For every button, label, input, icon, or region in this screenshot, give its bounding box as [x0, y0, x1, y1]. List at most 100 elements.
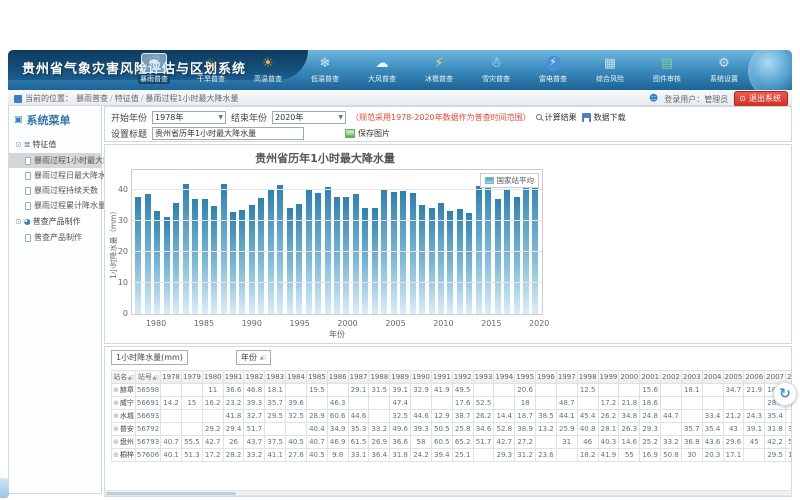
nav-item-cold-survey[interactable]: ❄低温普查	[303, 53, 347, 89]
start-year-select[interactable]: 1978年▼	[152, 111, 226, 124]
column-header-year[interactable]: 1996	[536, 371, 557, 384]
nav-item-snow-survey[interactable]: ☃雪灾普查	[474, 53, 518, 89]
value-cell: 26.9	[369, 436, 390, 449]
station-data-grid[interactable]: 站名 ▲▽站号 ▲▽197819791980198119821983198419…	[111, 370, 792, 462]
nav-item-lightning-survey[interactable]: ⚡雷电普查	[531, 53, 575, 89]
nav-item-system-settings[interactable]: ⚙系统设置	[702, 53, 746, 89]
nav-item-hail-survey[interactable]: ⚡冰雹普查	[417, 53, 461, 89]
year-filter[interactable]: 年份 ▲▽	[236, 350, 271, 365]
column-header-year[interactable]: 1994	[494, 371, 515, 384]
station-id-cell: 57606	[135, 449, 160, 462]
expand-row-icon[interactable]: ⊕	[113, 451, 119, 459]
x-tick-label: 1990	[242, 319, 262, 328]
value-cell: 28.2	[223, 449, 244, 462]
column-header-year[interactable]: 2003	[681, 371, 702, 384]
tree-group-survey-product[interactable]: ⊙◕普查产品制作	[9, 213, 101, 230]
column-header-station-id[interactable]: 站号 ▲▽	[135, 371, 160, 384]
expand-row-icon[interactable]: ⊕	[113, 386, 119, 394]
expand-row-icon[interactable]: ⊕	[113, 425, 119, 433]
calc-result-button[interactable]: 计算结果	[536, 112, 577, 123]
heat-survey-icon: ☀	[262, 57, 274, 70]
gridline	[132, 220, 542, 221]
sidebar-item[interactable]: 暴雨过程累计降水量	[9, 198, 101, 213]
column-header-year[interactable]: 2000	[619, 371, 640, 384]
value-cell: 38.5	[536, 410, 557, 423]
column-header-year[interactable]: 1984	[286, 371, 307, 384]
column-header-year[interactable]: 1992	[452, 371, 473, 384]
column-header-year[interactable]: 1999	[598, 371, 619, 384]
column-header-year[interactable]: 1991	[431, 371, 452, 384]
expand-toggle-icon[interactable]: ⊙	[15, 217, 22, 226]
value-cell	[702, 397, 723, 410]
application-window: 贵州省气象灾害风险评估与区划系统 ☔暴雨普查♨干旱普查☀高温普查❄低温普查☁大风…	[0, 0, 800, 500]
column-header-year[interactable]: 2006	[744, 371, 765, 384]
sidebar-item[interactable]: 暴雨过程日最大降水量	[9, 168, 101, 183]
bar-1993	[277, 185, 283, 314]
value-cell	[181, 384, 202, 397]
bar-1984	[192, 199, 198, 314]
column-header-year[interactable]: 2005	[723, 371, 744, 384]
nav-item-rainstorm-survey[interactable]: ☔暴雨普查	[132, 53, 176, 89]
refresh-float-button[interactable]: ↻	[773, 382, 797, 406]
column-header-year[interactable]: 1990	[411, 371, 432, 384]
breadcrumb-item[interactable]: 暴雨过程1小时最大降水量	[145, 94, 238, 103]
sidebar-item[interactable]: 暴雨过程持续天数	[9, 183, 101, 198]
bar-2006	[400, 191, 406, 314]
bar-1997	[315, 193, 321, 314]
column-header-year[interactable]: 1995	[515, 371, 536, 384]
nav-item-map-review[interactable]: ▤图件审核	[645, 53, 689, 89]
column-header-station-name[interactable]: 站名 ▲▽	[112, 371, 136, 384]
nav-item-drought-survey[interactable]: ♨干旱普查	[189, 53, 233, 89]
column-header-year[interactable]: 1979	[181, 371, 202, 384]
column-header-year[interactable]: 1983	[265, 371, 286, 384]
header-label: 站号	[138, 373, 152, 381]
value-cell: 43.6	[702, 436, 723, 449]
column-header-year[interactable]: 1981	[223, 371, 244, 384]
column-header-year[interactable]: 2001	[640, 371, 661, 384]
column-header-year[interactable]: 2004	[702, 371, 723, 384]
breadcrumb-item[interactable]: 特征值	[115, 94, 139, 103]
column-header-year[interactable]: 1982	[244, 371, 265, 384]
sidebar-item[interactable]: 普查产品制作	[9, 230, 101, 245]
bar-1979	[145, 194, 151, 314]
nav-item-heat-survey[interactable]: ☀高温普查	[246, 53, 290, 89]
column-header-year[interactable]: 2002	[661, 371, 682, 384]
column-header-year[interactable]: 1987	[348, 371, 369, 384]
value-cell: 17.8	[786, 449, 793, 462]
column-header-year[interactable]: 1988	[369, 371, 390, 384]
horizontal-scrollbar[interactable]	[104, 490, 792, 496]
expand-toggle-icon[interactable]: ⊙	[15, 140, 22, 149]
measure-filter[interactable]: 1小时降水量(mm)	[111, 350, 188, 365]
chart-title-input[interactable]	[152, 127, 304, 140]
value-cell: 38.9	[515, 423, 536, 436]
save-image-button[interactable]: 保存图片	[345, 128, 390, 139]
x-tick-label: 2015	[481, 319, 501, 328]
column-header-year[interactable]: 1993	[473, 371, 494, 384]
scrollbar-thumb[interactable]	[106, 492, 236, 495]
column-header-year[interactable]: 1997	[556, 371, 577, 384]
station-name: 盘州	[120, 438, 134, 446]
column-header-year[interactable]: 1978	[161, 371, 182, 384]
nav-item-comprehensive-risk[interactable]: ▦综合风险	[588, 53, 632, 89]
column-header-year[interactable]: 1986	[327, 371, 348, 384]
nav-item-wind-survey[interactable]: ☁大风普查	[360, 53, 404, 89]
value-cell: 43	[723, 423, 744, 436]
column-header-year[interactable]: 1980	[202, 371, 223, 384]
column-header-year[interactable]: 1989	[390, 371, 411, 384]
tree-group-feature-value[interactable]: ⊙≣特征值	[9, 136, 101, 153]
breadcrumb-item[interactable]: 暴雨普查	[76, 94, 108, 103]
sidebar-item[interactable]: 暴雨过程1小时最大降水量	[9, 153, 101, 168]
value-cell: 35.5	[786, 423, 793, 436]
expand-row-icon[interactable]: ⊕	[113, 399, 119, 407]
value-cell	[473, 449, 494, 462]
end-year-select[interactable]: 2020年▼	[272, 111, 346, 124]
logout-button[interactable]: ⊙ 退出系统	[734, 91, 788, 107]
data-table-panel: 1小时降水量(mm) 年份 ▲▽ 站名 ▲▽站号 ▲▽1978197919801…	[104, 346, 792, 497]
data-download-button[interactable]: 数据下载	[582, 112, 626, 123]
expand-row-icon[interactable]: ⊕	[113, 412, 119, 420]
column-header-year[interactable]: 1985	[306, 371, 327, 384]
expand-row-icon[interactable]: ⊕	[113, 438, 119, 446]
column-header-year[interactable]: 1998	[577, 371, 598, 384]
sidebar-collapse-tab[interactable]	[0, 478, 9, 498]
value-cell: 27.2	[515, 436, 536, 449]
